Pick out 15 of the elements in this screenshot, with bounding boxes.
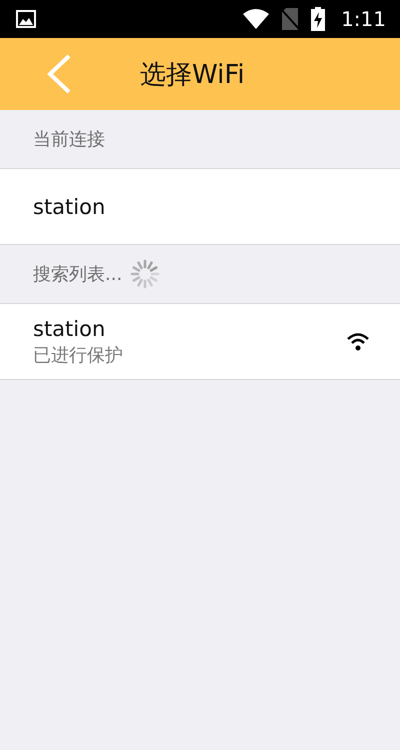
image-icon bbox=[16, 10, 36, 28]
section-label: 搜索列表... bbox=[33, 263, 122, 286]
status-time: 1:11 bbox=[341, 7, 386, 31]
network-row[interactable]: station 已进行保护 bbox=[0, 304, 400, 380]
wifi-signal-icon bbox=[346, 332, 370, 350]
network-status: 已进行保护 bbox=[33, 344, 124, 366]
no-sim-icon bbox=[281, 8, 300, 30]
battery-charging-icon bbox=[311, 7, 326, 31]
page-title: 选择WiFi bbox=[140, 58, 245, 92]
loading-spinner-icon bbox=[130, 259, 160, 289]
network-name: station bbox=[33, 194, 106, 218]
section-label: 当前连接 bbox=[33, 128, 105, 151]
network-row[interactable]: station bbox=[0, 169, 400, 245]
wifi-icon bbox=[243, 9, 270, 29]
network-name: station bbox=[33, 316, 106, 340]
